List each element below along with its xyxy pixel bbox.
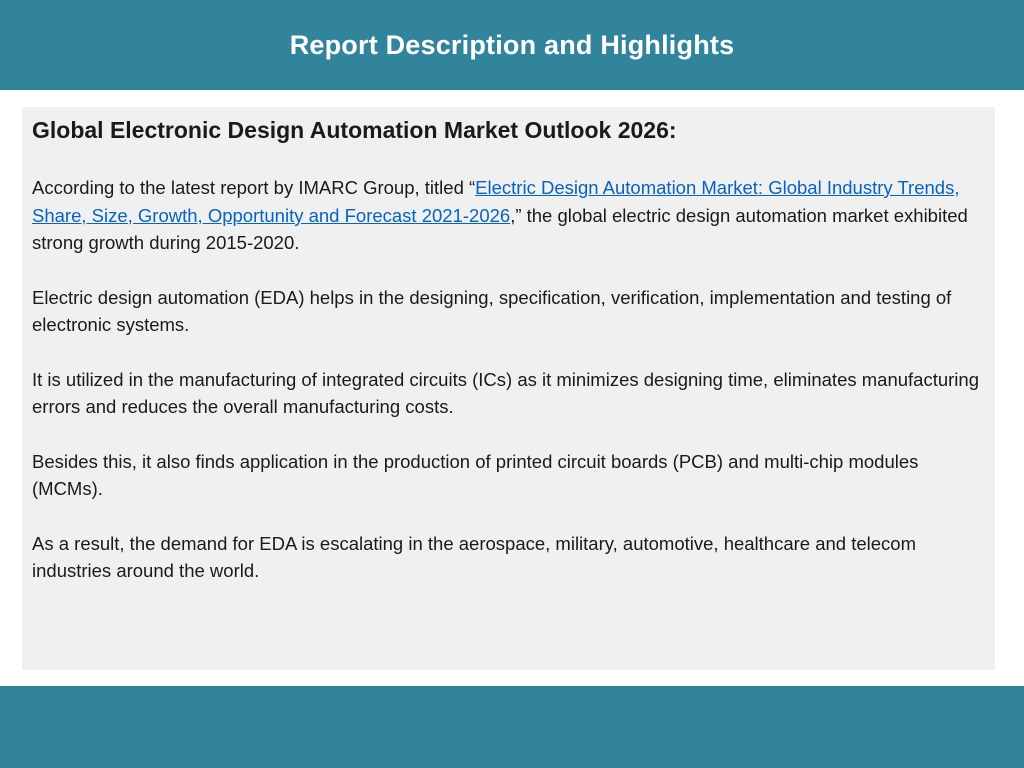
- footer-band: [0, 686, 1024, 768]
- paragraph-ic-usage: It is utilized in the manufacturing of i…: [32, 368, 979, 418]
- page-title: Report Description and Highlights: [289, 29, 735, 60]
- header-band: Report Description and Highlights: [0, 0, 1024, 90]
- content-panel: Global Electronic Design Automation Mark…: [22, 107, 995, 670]
- paragraph-eda-definition: Electric design automation (EDA) helps i…: [32, 286, 952, 336]
- paragraph-pcb-usage: Besides this, it also finds application …: [32, 450, 919, 500]
- slide: Report Description and Highlights Global…: [0, 0, 1024, 768]
- paragraph-demand: As a result, the demand for EDA is escal…: [32, 532, 917, 582]
- paragraph-intro: According to the latest report by IMARC …: [32, 174, 985, 257]
- section-heading: Global Electronic Design Automation Mark…: [32, 117, 677, 143]
- intro-text-before: According to the latest report by IMARC …: [32, 177, 476, 198]
